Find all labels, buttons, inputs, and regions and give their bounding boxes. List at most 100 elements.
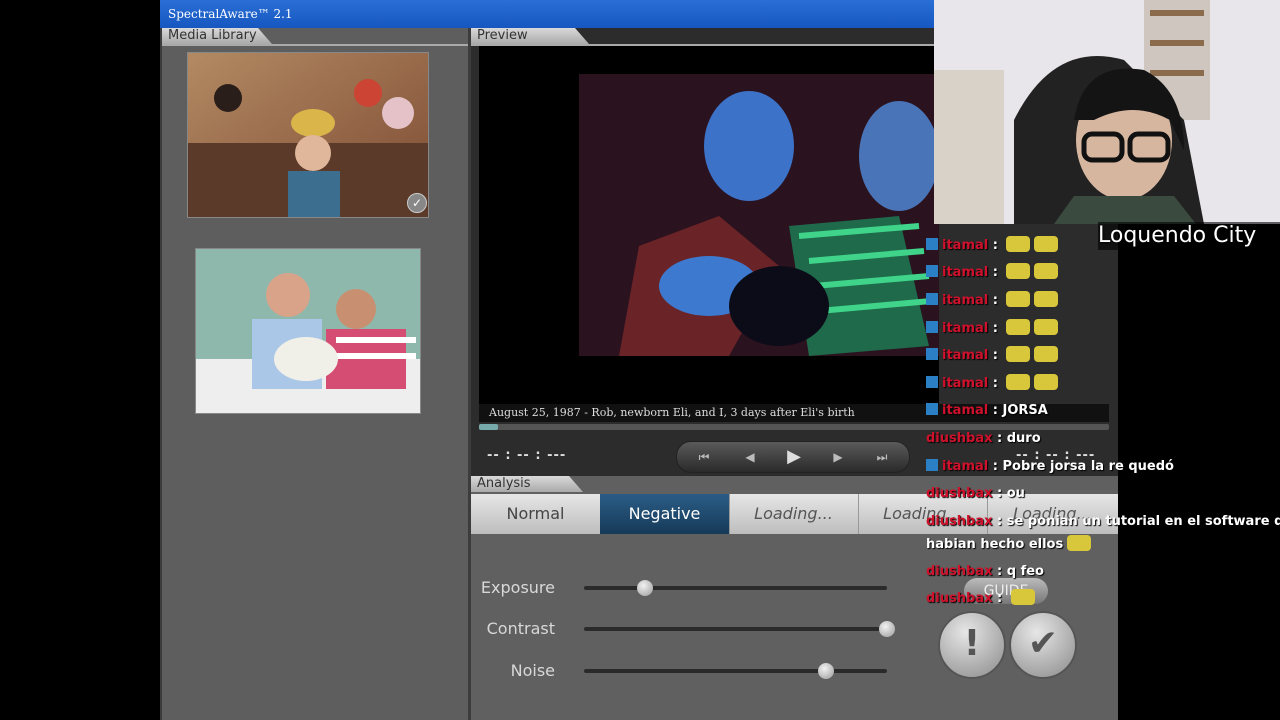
chat-badge-icon [926,403,938,415]
contrast-slider-knob[interactable] [879,621,895,637]
chat-username: itamal [942,403,989,418]
mode-tab-normal[interactable]: Normal [471,494,601,534]
chat-text: q feo [1006,564,1044,579]
chat-message: itamal : JORSA [926,399,1048,423]
chat-message: itamal : [926,372,1059,396]
chat-message: itamal : [926,344,1059,368]
exposure-label: Exposure [480,578,555,597]
chat-badge-icon [926,376,938,388]
chat-badge-icon [926,265,938,277]
chat-text: duro [1006,431,1041,446]
chat-message: itamal : [926,289,1059,313]
chat-text: se ponian un tutorial en el software que [1006,514,1280,529]
chat-message: itamal : [926,317,1059,341]
chat-separator: : [988,459,1003,474]
skip-forward-icon[interactable]: ⏭ [865,447,899,467]
chat-separator: : [992,591,1007,606]
chat-separator: : [988,293,1003,308]
chat-username: diushbax [926,514,993,529]
stream-chat: itamal : itamal : itamal : itamal : itam… [926,234,1280,624]
chat-emote-icon [1034,374,1059,390]
chat-message: itamal : Pobre jorsa la re quedó [926,455,1174,479]
negative-photo [479,46,939,404]
selected-check-icon: ✓ [407,193,427,213]
progress-fill [479,424,498,430]
media-thumbnail-family[interactable] [195,248,421,414]
chat-text: Pobre jorsa la re quedó [1002,459,1174,474]
chat-separator: : [992,564,1007,579]
chat-badge-icon [926,348,938,360]
chat-message: diushbax : [926,587,1035,611]
chat-emote-icon [1034,263,1059,279]
chat-separator: : [992,431,1007,446]
webcam-video [934,0,1280,224]
chat-message: habian hecho ellos [926,533,1092,557]
media-library-panel: Media Library ✓ [162,28,468,720]
chat-emote-icon [1034,346,1059,362]
chat-username: diushbax [926,431,993,446]
panel-divider [162,44,468,46]
exposure-slider[interactable] [584,580,887,596]
chat-message: itamal : [926,261,1059,285]
chat-username: itamal [942,459,989,474]
chat-badge-icon [926,321,938,333]
mode-tab-loading-1[interactable]: Loading... [729,494,859,534]
chat-emote-icon [1010,589,1035,605]
webcam-overlay [934,0,1280,224]
contrast-slider[interactable] [584,621,895,637]
party-photo [188,53,428,217]
chat-emote-icon [1006,374,1031,390]
chat-emote-icon [1006,236,1031,252]
chat-separator: : [992,486,1007,501]
chat-badge-icon [926,293,938,305]
chat-emote-icon [1034,319,1059,335]
chat-message: itamal : [926,234,1059,258]
chat-username: diushbax [926,486,993,501]
mode-tab-negative[interactable]: Negative [600,494,730,534]
chat-emote-icon [1006,263,1031,279]
chat-emote-icon [1034,291,1059,307]
analysis-tab: Analysis [471,476,583,492]
chat-username: diushbax [926,591,993,606]
exposure-slider-knob[interactable] [636,580,653,596]
chat-message: diushbax : se ponian un tutorial en el s… [926,510,1280,534]
play-icon[interactable]: ▶ [777,447,811,467]
chat-username: itamal [942,321,989,336]
preview-tab: Preview [471,28,589,44]
chat-separator: : [988,376,1003,391]
video-frame[interactable] [479,46,939,404]
chat-badge-icon [926,238,938,250]
noise-label: Noise [510,661,555,680]
chat-message: diushbax : ou [926,482,1025,506]
noise-slider-knob[interactable] [818,663,835,679]
chat-emote-icon [1034,236,1059,252]
chat-emote-icon [1006,346,1031,362]
noise-slider[interactable] [584,663,887,679]
chat-username: itamal [942,376,989,391]
timecode-left: -- : -- : --- [487,448,567,463]
chat-emote-icon [1006,319,1031,335]
step-back-icon[interactable]: ◀ [733,447,767,467]
chat-message: diushbax : q feo [926,560,1044,584]
chat-username: diushbax [926,564,993,579]
chat-username: itamal [942,238,989,253]
chat-text: habian hecho ellos [926,537,1064,552]
skip-back-icon[interactable]: ⏮ [687,447,721,467]
chat-emote-icon [1006,291,1031,307]
media-library-tab: Media Library [162,28,272,44]
chat-separator: : [988,348,1003,363]
step-forward-icon[interactable]: ▶ [821,447,855,467]
contrast-label: Contrast [486,619,555,638]
chat-separator: : [988,238,1003,253]
chat-badge-icon [926,459,938,471]
family-photo [196,249,420,413]
media-thumbnail-party[interactable]: ✓ [187,52,429,218]
chat-separator: : [988,321,1003,336]
playback-controls: ⏮ ◀ ▶ ▶ ⏭ [676,441,910,473]
chat-message: diushbax : duro [926,427,1041,451]
chat-username: itamal [942,293,989,308]
chat-separator: : [988,265,1003,280]
chat-username: itamal [942,265,989,280]
chat-separator: : [988,403,1003,418]
chat-username: itamal [942,348,989,363]
